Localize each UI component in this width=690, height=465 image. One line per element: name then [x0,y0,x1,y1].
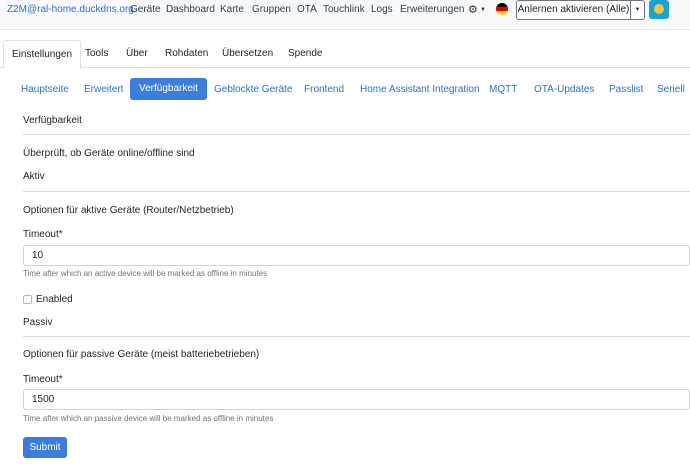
passive-heading: Passiv [23,317,53,328]
form-description: Überprüft, ob Geräte online/offline sind [23,148,195,159]
divider [23,336,690,337]
pill-blocked-devices[interactable]: Geblockte Geräte [214,80,292,100]
active-timeout-help: Time after which an active device will b… [23,269,268,278]
pill-home-assistant[interactable]: Home Assistant Integration [360,80,480,100]
passive-description: Optionen für passive Geräte (meist batte… [23,349,260,360]
enabled-label: Enabled [36,294,73,305]
nav-link-groups[interactable]: Gruppen [252,3,291,17]
divider [23,134,690,135]
enabled-checkbox[interactable] [23,295,32,304]
divider [23,191,690,192]
nav-link-touchlink[interactable]: Touchlink [323,3,365,17]
germany-flag-icon[interactable] [496,3,508,15]
gear-icon[interactable]: ⚙ [468,3,478,17]
tab-translate[interactable]: Übersetzen [222,40,273,68]
nav-link-devices[interactable]: Geräte [130,3,161,17]
permit-join-button[interactable]: Anlernen aktivieren (Alle) [516,0,631,20]
nav-link-map[interactable]: Karte [220,3,244,17]
active-timeout-label: Timeout* [23,229,63,240]
nav-link-ota[interactable]: OTA [297,3,317,17]
tab-settings[interactable]: Einstellungen [3,40,82,69]
active-description: Optionen für aktive Geräte (Router/Netzb… [23,205,234,216]
pill-advanced[interactable]: Erweitert [84,80,123,100]
pill-ota-updates[interactable]: OTA-Updates [534,80,594,100]
settings-tabs: Einstellungen Tools Über Rohdaten Überse… [0,40,690,69]
pill-passlist[interactable]: Passlist [609,80,643,100]
nav-link-extensions[interactable]: Erweiterungen [400,3,464,17]
nav-link-logs[interactable]: Logs [371,3,393,17]
passive-timeout-input[interactable]: 1500 [23,389,690,410]
passive-timeout-help: Time after which an passive device will … [23,414,274,423]
passive-timeout-label: Timeout* [23,374,63,385]
smiley-icon [654,4,664,14]
pill-mqtt[interactable]: MQTT [489,80,517,100]
form-title: Verfügbarkeit [23,115,82,126]
pill-frontend[interactable]: Frontend [304,80,344,100]
submit-button[interactable]: Submit [23,437,67,458]
permit-join-dropdown-toggle[interactable]: ▼ [631,0,645,20]
brand-link[interactable]: Z2M@ral-home.duckdns.org [7,3,134,17]
pill-serial[interactable]: Seriell [657,80,685,100]
pill-availability[interactable]: Verfügbarkeit [130,78,207,100]
top-navbar: Z2M@ral-home.duckdns.org Geräte Dashboar… [0,0,690,30]
active-heading: Aktiv [23,171,45,182]
nav-link-dashboard[interactable]: Dashboard [166,3,215,17]
pill-main[interactable]: Hauptseite [21,80,69,100]
tab-raw-data[interactable]: Rohdaten [165,40,208,68]
tab-tools[interactable]: Tools [85,40,108,68]
tab-donate[interactable]: Spende [288,40,322,68]
tab-about[interactable]: Über [126,40,148,68]
chevron-down-icon: ▼ [480,7,486,13]
active-timeout-input[interactable]: 10 [23,245,690,266]
theme-button[interactable] [649,0,669,19]
